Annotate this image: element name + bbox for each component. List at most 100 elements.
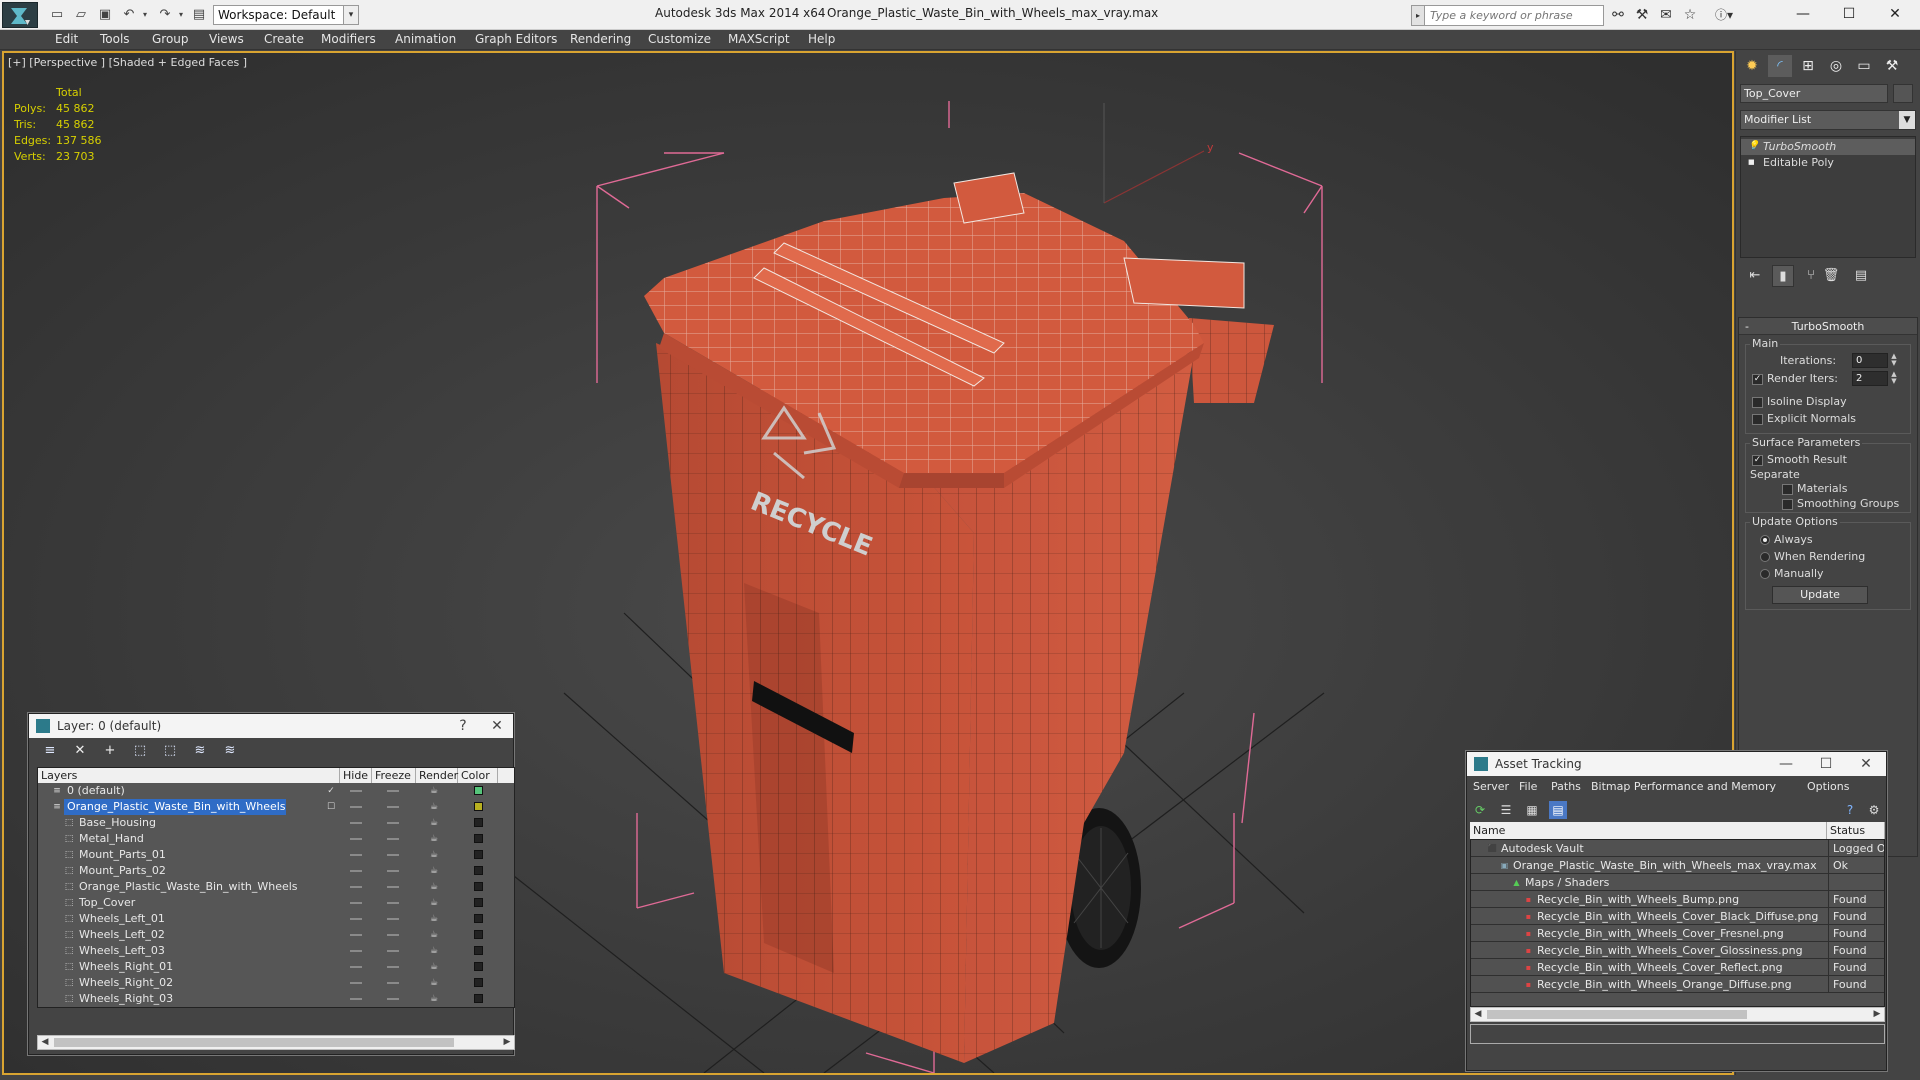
refresh-icon[interactable]: ⟳ [1471, 801, 1489, 819]
layer-horizontal-scrollbar[interactable]: ◀ ▶ [37, 1035, 515, 1050]
viewport-label[interactable]: [+] [Perspective ] [Shaded + Edged Faces… [8, 56, 247, 69]
render-teapot-icon[interactable]: ☕ [430, 962, 440, 972]
delete-layer-icon[interactable]: ✕ [69, 742, 91, 760]
select-in-layer-icon[interactable]: ⬚ [129, 742, 151, 760]
tree-view-icon[interactable]: ▦ [1523, 801, 1541, 819]
hide-toggle[interactable] [350, 790, 362, 792]
layer-name[interactable]: Mount_Parts_02 [76, 863, 166, 879]
hierarchy-tab-icon[interactable]: ⊞ [1796, 55, 1820, 77]
menu-edit[interactable]: Edit [55, 32, 78, 46]
column-layers[interactable]: Layers [38, 768, 340, 783]
iterations-spinner[interactable]: 0 [1852, 353, 1888, 368]
freeze-toggle[interactable] [387, 870, 399, 872]
options-icon[interactable]: ⚙ [1865, 801, 1883, 819]
stack-item-turbosmooth[interactable]: 💡 TurboSmooth [1741, 139, 1915, 155]
utilities-tab-icon[interactable]: ⚒ [1880, 55, 1904, 77]
column-freeze[interactable]: Freeze [372, 768, 416, 783]
project-folder-icon[interactable]: ▤ [190, 6, 208, 24]
layer-color-swatch[interactable] [474, 818, 483, 827]
column-color[interactable]: Color [458, 768, 498, 783]
asset-row[interactable]: ▪ Recycle_Bin_with_Wheels_Cover_Black_Dif… [1471, 908, 1884, 925]
spinner-arrows-icon[interactable]: ▲ ▼ [1889, 353, 1899, 368]
layer-color-swatch[interactable] [474, 994, 483, 1003]
asset-row[interactable]: ▪ Recycle_Bin_with_Wheels_Orange_Diffuse.… [1471, 976, 1884, 993]
column-render[interactable]: Render [416, 768, 458, 783]
maximize-icon[interactable]: ☐ [1826, 0, 1872, 30]
layer-name[interactable]: Wheels_Left_02 [76, 927, 165, 943]
layer-row[interactable]: ⬚ Orange_Plastic_Waste_Bin_with_Wheels ☕ [38, 879, 514, 895]
asset-row[interactable]: ▪ Recycle_Bin_with_Wheels_Bump.png Found [1471, 891, 1884, 908]
materials-checkbox[interactable] [1782, 484, 1793, 495]
close-icon[interactable]: ✕ [481, 714, 513, 738]
maximize-icon[interactable]: ☐ [1810, 752, 1842, 776]
layer-row[interactable]: ⬚ Wheels_Left_01 ☕ [38, 911, 514, 927]
favorites-star-icon[interactable]: ☆ [1680, 6, 1700, 24]
communication-icon[interactable]: ✉ [1656, 6, 1676, 24]
render-teapot-icon[interactable]: ☕ [430, 946, 440, 956]
layer-color-swatch[interactable] [474, 898, 483, 907]
layer-row[interactable]: ⬚ Top_Cover ☕ [38, 895, 514, 911]
column-name[interactable]: Name [1470, 822, 1827, 839]
hide-toggle[interactable] [350, 918, 362, 920]
layer-manager-titlebar[interactable]: Layer: 0 (default) [29, 714, 513, 738]
asset-row[interactable]: ⬛ Autodesk Vault Logged O [1471, 840, 1884, 857]
scroll-left-icon[interactable]: ◀ [1471, 1008, 1485, 1021]
isoline-display-checkbox[interactable] [1752, 397, 1763, 408]
column-status[interactable]: Status [1827, 822, 1885, 839]
spinner-arrows-icon[interactable]: ▲ ▼ [1889, 371, 1899, 386]
motion-tab-icon[interactable]: ◎ [1824, 55, 1848, 77]
lightbulb-icon[interactable]: 💡 [1748, 141, 1759, 151]
expand-plus-icon[interactable]: ■ [1748, 157, 1758, 167]
when-rendering-radio[interactable] [1760, 552, 1770, 562]
pin-stack-icon[interactable]: ⇤ [1744, 265, 1766, 287]
undo-dropdown-icon[interactable]: ▾ [136, 6, 154, 24]
close-icon[interactable]: ✕ [1872, 0, 1918, 30]
render-teapot-icon[interactable]: ☕ [430, 914, 440, 924]
smoothing-groups-checkbox[interactable] [1782, 499, 1793, 510]
layer-name[interactable]: Mount_Parts_01 [76, 847, 166, 863]
help-icon[interactable]: ⓘ▾ [1714, 6, 1734, 24]
update-button[interactable]: Update [1772, 586, 1868, 604]
menu-paths[interactable]: Paths [1551, 780, 1581, 793]
table-view-icon[interactable]: ▤ [1549, 801, 1567, 819]
hide-toggle[interactable] [350, 902, 362, 904]
modifier-list-dropdown[interactable]: Modifier List ▼ [1740, 110, 1916, 130]
hide-toggle[interactable] [350, 870, 362, 872]
layer-color-swatch[interactable] [474, 786, 483, 795]
layer-name[interactable]: Orange_Plastic_Waste_Bin_with_Wheels [76, 879, 298, 895]
freeze-toggle[interactable] [387, 838, 399, 840]
freeze-toggle[interactable] [387, 822, 399, 824]
freeze-toggle[interactable] [387, 982, 399, 984]
scroll-right-icon[interactable]: ▶ [1870, 1008, 1884, 1021]
object-color-swatch[interactable] [1893, 84, 1913, 103]
menu-options[interactable]: Options [1807, 780, 1849, 793]
show-end-result-icon[interactable]: ▮ [1772, 265, 1794, 287]
freeze-toggle[interactable] [387, 790, 399, 792]
layer-name[interactable]: Base_Housing [76, 815, 156, 831]
layer-color-swatch[interactable] [474, 834, 483, 843]
asset-row[interactable]: ▪ Recycle_Bin_with_Wheels_Cover_Fresnel.p… [1471, 925, 1884, 942]
render-iters-spinner[interactable]: 2 [1852, 371, 1888, 386]
freeze-toggle[interactable] [387, 886, 399, 888]
render-teapot-icon[interactable]: ☕ [430, 786, 440, 796]
freeze-toggle[interactable] [387, 806, 399, 808]
remove-modifier-icon[interactable]: 🗑 [1820, 265, 1842, 287]
freeze-toggle[interactable] [387, 966, 399, 968]
explicit-normals-checkbox[interactable] [1752, 414, 1763, 425]
layer-name[interactable]: Wheels_Right_03 [76, 991, 173, 1007]
freeze-toggle[interactable] [387, 998, 399, 1000]
layer-color-swatch[interactable] [474, 914, 483, 923]
layer-row[interactable]: ⬚ Mount_Parts_01 ☕ [38, 847, 514, 863]
layer-name[interactable]: 0 (default) [64, 783, 125, 799]
layer-row[interactable]: ≡ 0 (default) ✓ ☕ [38, 783, 514, 799]
layer-name[interactable]: Wheels_Left_01 [76, 911, 165, 927]
make-unique-icon[interactable]: ⑂ [1800, 265, 1822, 287]
display-tab-icon[interactable]: ▭ [1852, 55, 1876, 77]
save-file-icon[interactable]: ▣ [96, 6, 114, 24]
menu-rendering[interactable]: Rendering [570, 32, 631, 46]
freeze-toggle[interactable] [387, 934, 399, 936]
menu-maxscript[interactable]: MAXScript [728, 32, 790, 46]
highlight-layer-icon[interactable]: ⬚ [159, 742, 181, 760]
hide-toggle[interactable] [350, 934, 362, 936]
layer-color-swatch[interactable] [474, 866, 483, 875]
